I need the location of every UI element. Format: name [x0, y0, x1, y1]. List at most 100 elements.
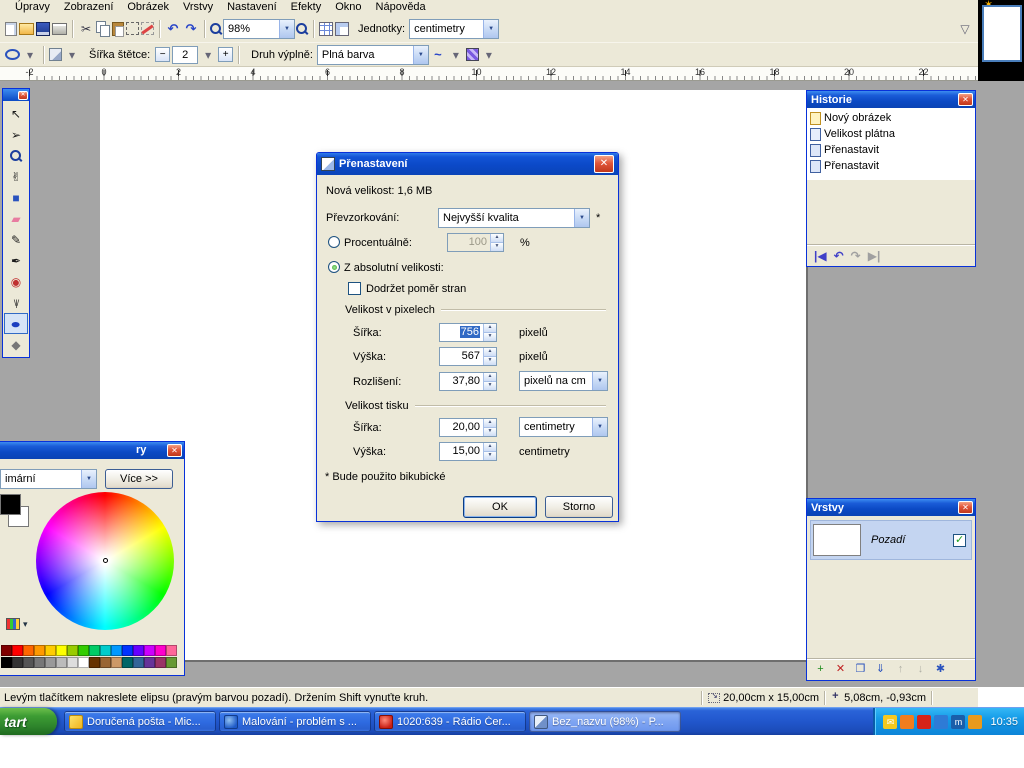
tool-chooser-arrow-icon[interactable]: ▾	[22, 47, 38, 63]
color-mode-arrow-icon[interactable]	[81, 470, 96, 488]
dialog-titlebar[interactable]: Přenastavení	[317, 153, 618, 175]
color-swatch[interactable]	[111, 657, 122, 668]
color-swatch[interactable]	[166, 645, 177, 656]
merge-layer-down-button[interactable]: ⇓	[872, 662, 889, 678]
height-input[interactable]: 567	[439, 347, 497, 366]
color-swatch[interactable]	[45, 657, 56, 668]
zoom-out-icon[interactable]	[210, 23, 222, 35]
menu-item[interactable]: Nápověda	[369, 0, 433, 15]
color-swatch[interactable]	[89, 645, 100, 656]
task-button[interactable]: Doručená pošta - Mic...	[64, 711, 216, 732]
cut-icon[interactable]: ✂	[78, 21, 94, 37]
print-width-input[interactable]: 20,00	[439, 418, 497, 437]
color-swatch[interactable]	[122, 657, 133, 668]
height-spinner[interactable]	[483, 348, 496, 365]
delete-layer-button[interactable]: ✕	[832, 662, 849, 678]
dialog-close-button[interactable]	[594, 155, 614, 173]
ok-button[interactable]: OK	[463, 496, 537, 518]
tray-m-icon[interactable]: m	[951, 715, 965, 729]
tools-close-button[interactable]	[18, 91, 28, 100]
history-item[interactable]: Nový obrázek	[808, 110, 974, 126]
copy-icon[interactable]	[96, 21, 110, 36]
eraser-tool[interactable]: ▰	[4, 208, 28, 229]
pencil-tool[interactable]: ✎	[4, 229, 28, 250]
resolution-input[interactable]: 37,80	[439, 372, 497, 391]
colors-close-button[interactable]	[167, 444, 182, 457]
task-button[interactable]: Bez_nazvu (98%) - P...	[529, 711, 681, 732]
menu-item[interactable]: Úpravy	[8, 0, 57, 15]
layer-row-background[interactable]: Pozadí	[810, 520, 972, 560]
line-style-arrow-icon[interactable]: ▾	[448, 47, 464, 63]
menu-item[interactable]: Efekty	[284, 0, 329, 15]
color-swatch[interactable]	[45, 645, 56, 656]
new-image-icon[interactable]	[5, 22, 17, 36]
color-swatch[interactable]	[111, 645, 122, 656]
open-icon[interactable]	[19, 23, 34, 35]
absolute-radio[interactable]	[328, 261, 340, 273]
width-spinner[interactable]	[483, 324, 496, 341]
units-select[interactable]: centimetry	[409, 19, 499, 39]
print-unit-arrow-icon[interactable]	[592, 418, 607, 436]
rect-select-tool[interactable]: ■	[4, 187, 28, 208]
tools-titlebar[interactable]	[3, 89, 29, 101]
color-picker-tool[interactable]: ✒	[4, 250, 28, 271]
redo-icon[interactable]: ↷	[183, 21, 199, 37]
color-swatch[interactable]	[122, 645, 133, 656]
deselect-icon[interactable]	[141, 22, 154, 35]
color-swatch[interactable]	[34, 645, 45, 656]
print-icon[interactable]	[52, 23, 67, 35]
color-swatch[interactable]	[56, 645, 67, 656]
color-swatch[interactable]	[144, 657, 155, 668]
color-swatch[interactable]	[56, 657, 67, 668]
colors-titlebar[interactable]: ry	[0, 442, 184, 459]
resolution-unit-arrow-icon[interactable]	[592, 372, 607, 390]
selection-mode-icon[interactable]	[49, 48, 62, 61]
keep-aspect-checkbox[interactable]	[348, 282, 361, 295]
undo-icon[interactable]: ↶	[165, 21, 181, 37]
move-selection-tool[interactable]: ➢	[4, 124, 28, 145]
overflow-chevron-icon[interactable]: ▽	[957, 21, 973, 37]
history-item[interactable]: Přenastavit	[808, 142, 974, 158]
task-button[interactable]: 1020:639 - Rádio Čer...	[374, 711, 526, 732]
palette-menu-button[interactable]	[6, 618, 28, 630]
color-wheel[interactable]	[36, 492, 174, 630]
save-icon[interactable]	[36, 22, 50, 36]
zoom-select[interactable]: 98%	[223, 19, 295, 39]
tray-clock-icon[interactable]	[968, 715, 982, 729]
rulers-icon[interactable]	[335, 22, 349, 36]
pan-tool[interactable]: ✌	[4, 166, 28, 187]
color-swatch[interactable]	[23, 645, 34, 656]
zoom-in-icon[interactable]	[296, 23, 308, 35]
crop-icon[interactable]	[126, 22, 139, 35]
active-tool-ellipse-icon[interactable]	[5, 49, 20, 60]
add-layer-button[interactable]: +	[812, 662, 829, 678]
start-button[interactable]: tart	[0, 708, 57, 735]
color-swatch[interactable]	[166, 657, 177, 668]
ellipse-tool[interactable]: ●	[4, 313, 28, 334]
color-swatch[interactable]	[1, 657, 12, 668]
brush-width-minus-button[interactable]: −	[155, 47, 170, 62]
dropdown-arrow-icon[interactable]	[483, 20, 498, 38]
paste-icon[interactable]	[112, 22, 124, 36]
menu-item[interactable]: Zobrazení	[57, 0, 121, 15]
grid-icon[interactable]	[319, 22, 333, 36]
duplicate-layer-button[interactable]: ❐	[852, 662, 869, 678]
history-rewind-button[interactable]: |◀	[814, 249, 827, 263]
color-swatch[interactable]	[155, 657, 166, 668]
tray-red-icon[interactable]	[917, 715, 931, 729]
color-swatch[interactable]	[155, 645, 166, 656]
menu-item[interactable]: Nastavení	[220, 0, 284, 15]
line-tool[interactable]: \|/	[4, 292, 28, 313]
color-swatch[interactable]	[67, 645, 78, 656]
dropdown-arrow-icon[interactable]	[413, 46, 428, 64]
color-swatch[interactable]	[12, 645, 23, 656]
print-height-spinner[interactable]	[483, 443, 496, 460]
cancel-button[interactable]: Storno	[545, 496, 613, 518]
dropdown-arrow-icon[interactable]	[279, 20, 294, 38]
layers-close-button[interactable]	[958, 501, 973, 514]
resolution-unit-select[interactable]: pixelů na cm	[519, 371, 608, 391]
layer-visible-checkbox[interactable]	[953, 534, 966, 547]
resample-select[interactable]: Nejvyšší kvalita	[438, 208, 590, 228]
brush-width-plus-button[interactable]: +	[218, 47, 233, 62]
layers-titlebar[interactable]: Vrstvy	[807, 499, 975, 516]
